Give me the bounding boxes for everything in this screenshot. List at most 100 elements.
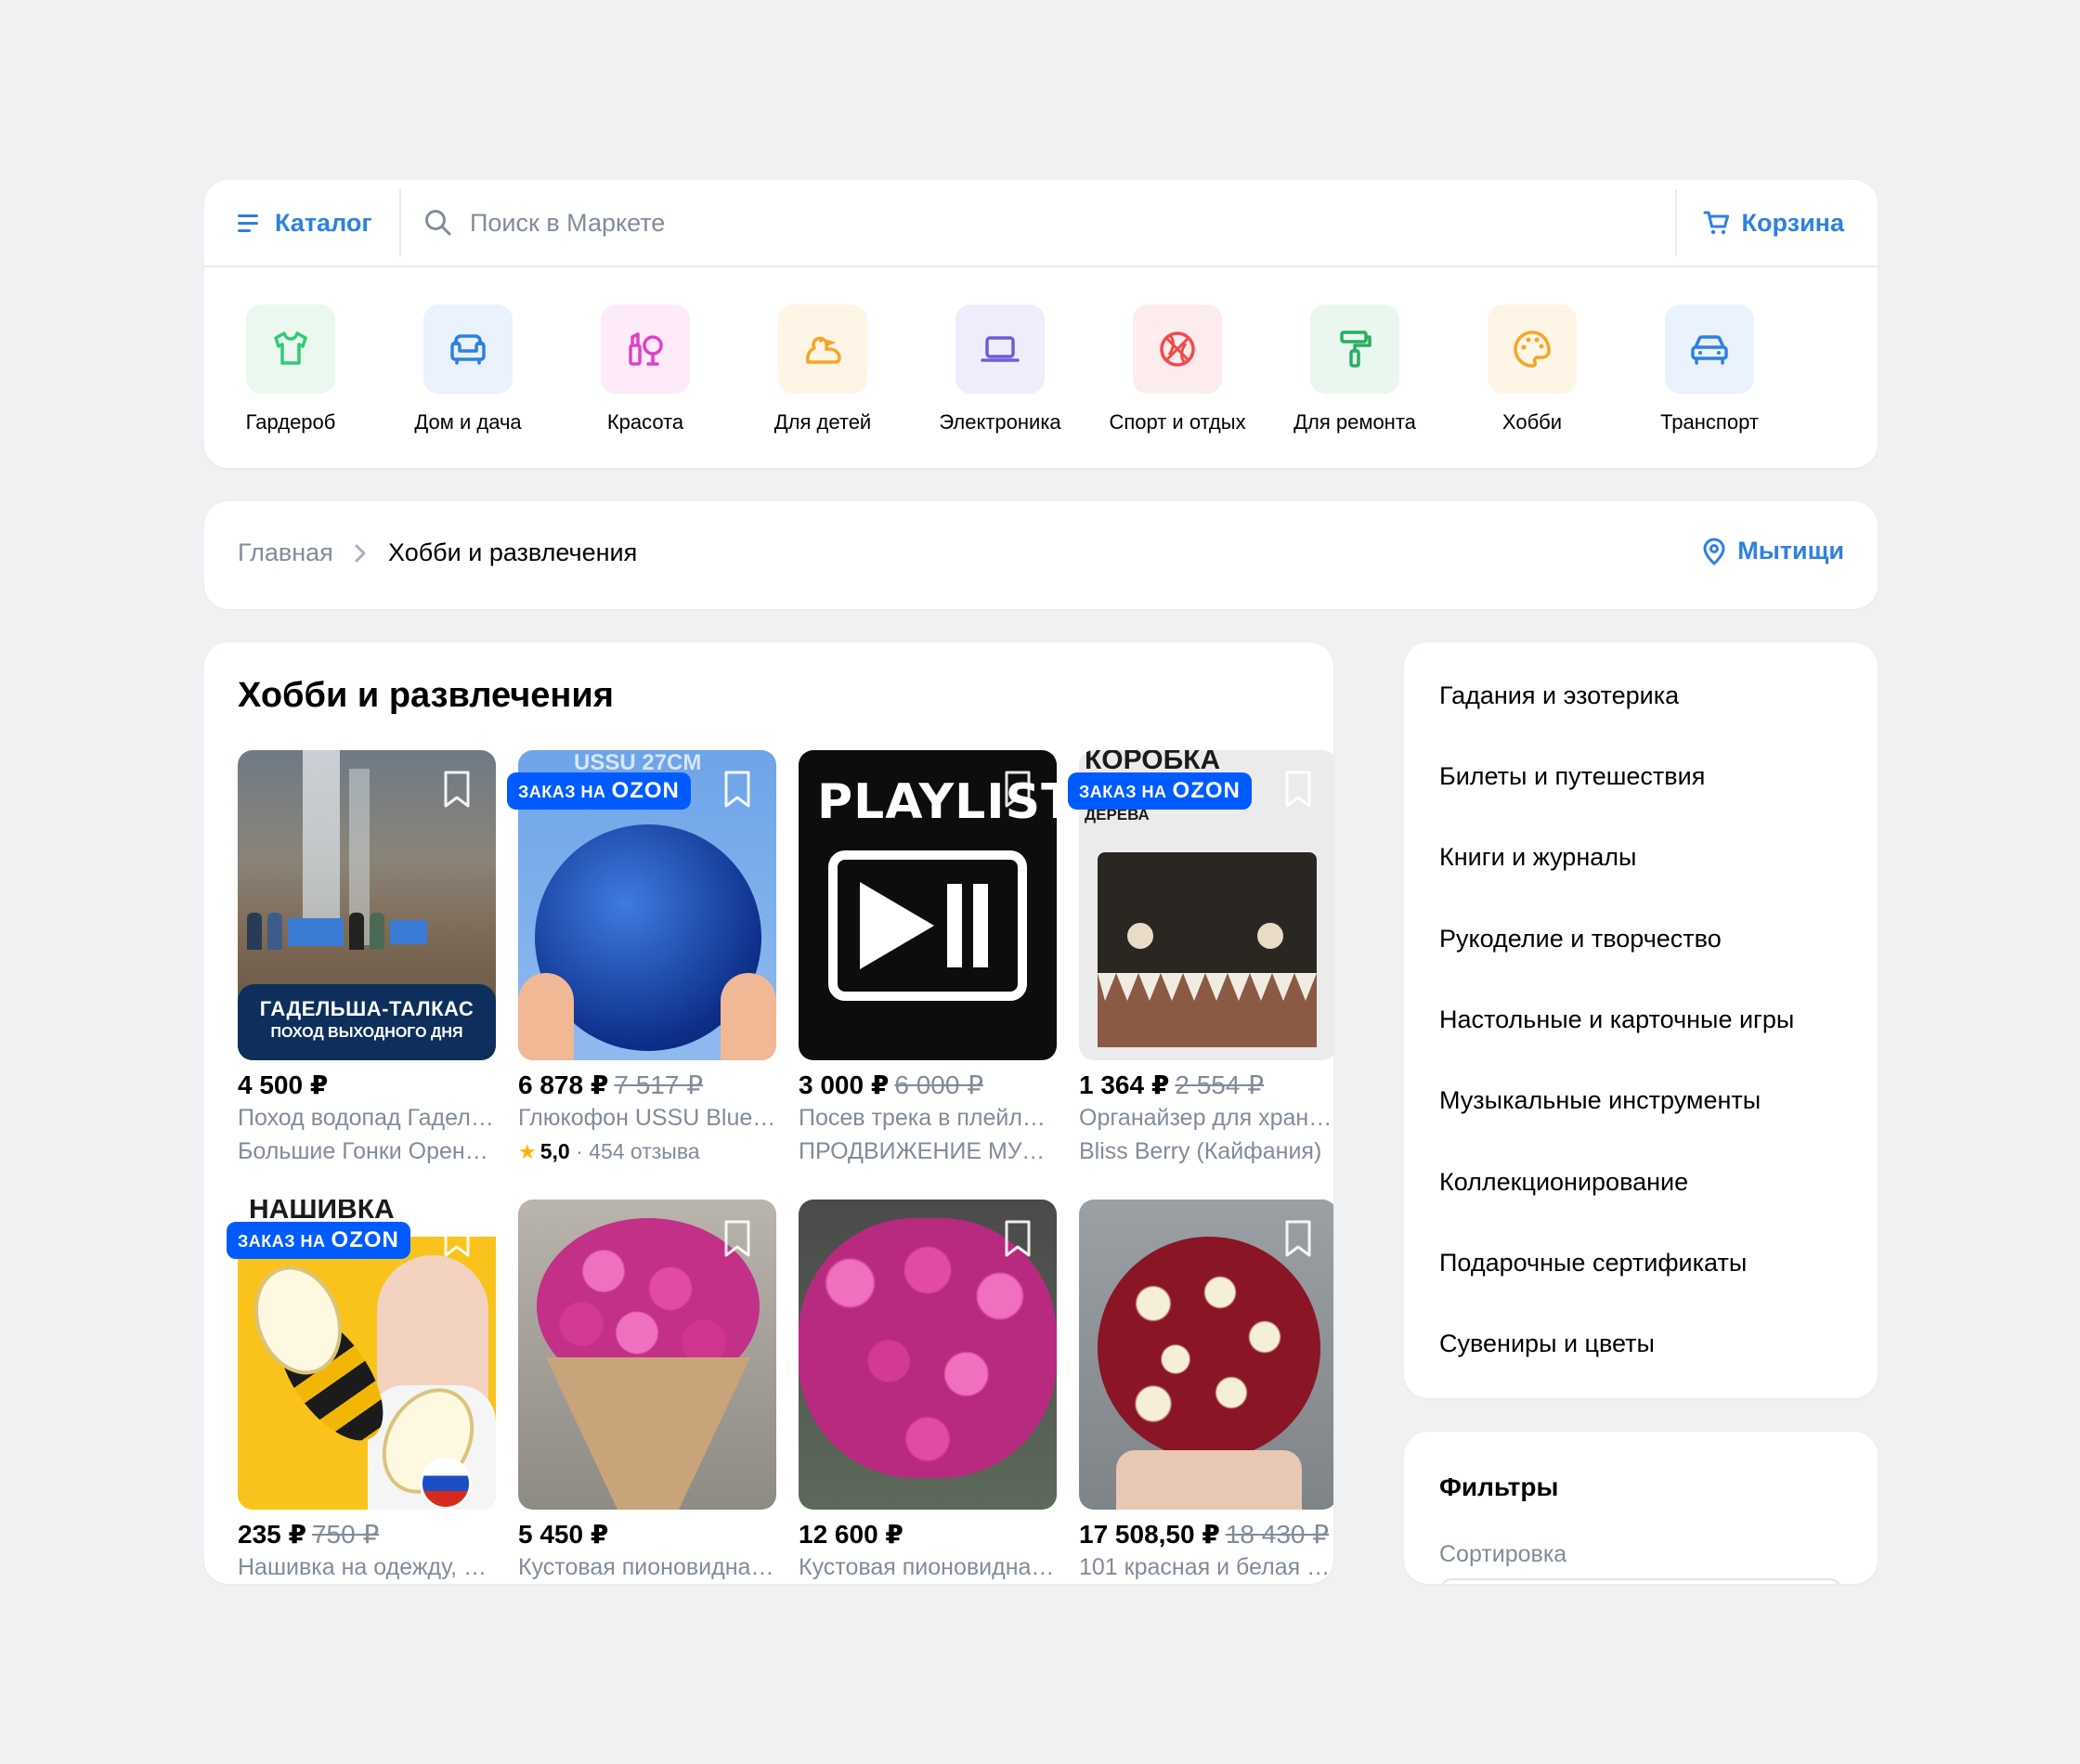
breadcrumb: Главная Хобби и развлечения Мытищи <box>204 501 1878 609</box>
location-pin-icon <box>1703 537 1725 565</box>
subcategory-link[interactable]: Рукоделие и творчество <box>1439 925 1722 953</box>
product-card[interactable]: 12 600 ₽ Кустовая пионовидная роза <box>799 1200 1057 1584</box>
bookmark-icon[interactable] <box>440 769 474 810</box>
product-vendor[interactable]: ПРОДВИЖЕНИЕ МУЗЫКИ <box>799 1135 1057 1168</box>
product-title[interactable]: Нашивка на одежду, шмель <box>238 1550 496 1584</box>
subcategory-link[interactable]: Сувениры и цветы <box>1439 1329 1655 1358</box>
subcategory-link[interactable]: Билеты и путешествия <box>1439 762 1705 791</box>
product-price-row: 17 508,50 ₽18 430 ₽ <box>1079 1519 1333 1550</box>
car-icon <box>1691 335 1728 365</box>
category-beauty[interactable]: Красота <box>557 305 734 435</box>
product-old-price: 750 ₽ <box>311 1520 380 1549</box>
products-section: Хобби и развлечения ГАДЕЛЬША-ТАЛКАС ПОХО… <box>204 642 1333 1584</box>
category-tile <box>778 305 867 394</box>
product-price: 5 450 ₽ <box>518 1520 609 1549</box>
product-card[interactable]: 5 450 ₽ Кустовая пионовидная роза <box>518 1200 776 1584</box>
palette-icon <box>1514 331 1551 368</box>
product-price: 6 878 ₽ <box>518 1070 609 1099</box>
category-tile <box>601 305 690 394</box>
subcategory-link[interactable]: Подарочные сертификаты <box>1439 1249 1747 1278</box>
bookmark-icon[interactable] <box>440 1218 474 1259</box>
search-input[interactable] <box>470 208 1584 238</box>
cart-button[interactable]: Корзина <box>1703 180 1844 266</box>
product-image[interactable] <box>799 1200 1057 1510</box>
bouquet-roses-shape <box>1098 1237 1320 1459</box>
subcategory-link[interactable]: Настольные и карточные игры <box>1439 1005 1794 1034</box>
category-repair[interactable]: Для ремонта <box>1267 305 1443 435</box>
product-title[interactable]: Кустовая пионовидная роза <box>518 1550 776 1584</box>
category-label: Красота <box>606 410 684 434</box>
sort-select[interactable] <box>1439 1578 1842 1584</box>
laptop-icon <box>981 336 1020 362</box>
product-image[interactable] <box>1079 1200 1333 1510</box>
product-price: 17 508,50 ₽ <box>1079 1520 1220 1549</box>
product-vendor[interactable]: Большие Гонки Оренбург <box>238 1135 496 1168</box>
rating-value: 5,0 <box>540 1139 570 1163</box>
image-caption: ПОХОД ВЫХОДНОГО ДНЯ <box>270 1025 463 1041</box>
product-title[interactable]: Поход водопад Гадельша-Талкас <box>238 1101 496 1135</box>
subcategory-link[interactable]: Гадания и эзотерика <box>1439 681 1679 710</box>
product-old-price: 7 517 ₽ <box>614 1070 704 1099</box>
product-vendor[interactable]: Bliss Berry (Кайфания) <box>1079 1135 1333 1168</box>
category-label: Гардероб <box>245 410 336 434</box>
subcategory-link[interactable]: Музыкальные инструменты <box>1439 1086 1761 1115</box>
hand-shape <box>518 973 574 1060</box>
category-wardrobe[interactable]: Гардероб <box>202 305 379 435</box>
filters-title: Фильтры <box>1439 1472 1559 1501</box>
ozon-prefix: ЗАКАЗ НА <box>1079 783 1167 801</box>
category-tile <box>1488 305 1577 394</box>
product-card[interactable]: 17 508,50 ₽18 430 ₽ 101 красная и белая … <box>1079 1200 1333 1584</box>
location-label: Мытищи <box>1737 537 1844 564</box>
product-card[interactable]: КОРОБКА ДЕРЕВА ЗАКАЗ НА OZON 1 364 ₽2 554… <box>1068 750 1333 1168</box>
product-card[interactable]: ГАДЕЛЬША-ТАЛКАС ПОХОД ВЫХОДНОГО ДНЯ 4 50… <box>238 750 496 1168</box>
category-kids[interactable]: Для детей <box>734 305 911 435</box>
category-hobby[interactable]: Хобби <box>1444 305 1620 435</box>
bookmark-icon[interactable] <box>1001 1218 1034 1259</box>
menu-icon <box>238 214 258 232</box>
bookmark-icon[interactable] <box>721 769 754 810</box>
product-title[interactable]: Кустовая пионовидная роза <box>799 1550 1057 1584</box>
search-bar[interactable] <box>423 180 1668 266</box>
subcategory-link[interactable]: Коллекционирование <box>1439 1168 1688 1197</box>
category-label: Электроника <box>939 410 1061 434</box>
location-button[interactable]: Мытищи <box>1702 537 1844 565</box>
category-label: Дом и дача <box>414 410 522 434</box>
product-image[interactable]: ГАДЕЛЬША-ТАЛКАС ПОХОД ВЫХОДНОГО ДНЯ <box>238 750 496 1060</box>
category-transport[interactable]: Транспорт <box>1621 305 1798 435</box>
catalog-button[interactable]: Каталог <box>236 180 372 266</box>
category-label: Для детей <box>774 410 872 434</box>
category-sport[interactable]: Спорт и отдых <box>1089 305 1266 435</box>
category-electronics[interactable]: Электроника <box>912 305 1088 435</box>
bookmark-icon[interactable] <box>1281 1218 1315 1259</box>
product-price: 235 ₽ <box>238 1520 306 1549</box>
category-tile <box>246 305 335 394</box>
category-tile <box>1310 305 1399 394</box>
filters-panel: Фильтры Сортировка <box>1404 1432 1878 1584</box>
ozon-brand: OZON <box>331 1227 399 1252</box>
product-card[interactable]: PLAYLIST 3 000 ₽6 000 ₽ Посев трека в пл… <box>799 750 1057 1168</box>
category-tile <box>1665 305 1754 394</box>
product-title[interactable]: Посев трека в плейлисты <box>799 1101 1057 1135</box>
product-title[interactable]: Органайзер для хранения <box>1079 1101 1333 1135</box>
breadcrumb-home-link[interactable]: Главная <box>238 538 333 567</box>
bookmark-icon[interactable] <box>1281 769 1315 810</box>
product-title[interactable]: 101 красная и белая роза <box>1079 1550 1333 1584</box>
category-home[interactable]: Дом и дача <box>380 305 556 435</box>
product-price: 12 600 ₽ <box>799 1520 904 1549</box>
ozon-badge: ЗАКАЗ НА OZON <box>507 772 691 810</box>
product-title[interactable]: Глюкофон USSU Blue 27 см <box>518 1101 776 1135</box>
product-image[interactable]: PLAYLIST <box>799 750 1057 1060</box>
search-icon <box>425 210 451 236</box>
product-card[interactable]: USSU 27CM ЗАКАЗ НА OZON 6 878 ₽7 517 ₽ Гл… <box>507 750 776 1169</box>
ozon-brand: OZON <box>1172 778 1241 803</box>
ozon-prefix: ЗАКАЗ НА <box>518 783 606 801</box>
bookmark-icon[interactable] <box>721 1218 754 1259</box>
product-price-row: 5 450 ₽ <box>518 1519 776 1550</box>
product-card[interactable]: НАШИВКА ЗАКАЗ НА OZON 235 ₽750 ₽ Нашивка … <box>227 1200 496 1584</box>
bookmark-icon[interactable] <box>1001 769 1034 810</box>
product-image[interactable] <box>518 1200 776 1510</box>
image-caption-banner: ГАДЕЛЬША-ТАЛКАС ПОХОД ВЫХОДНОГО ДНЯ <box>238 984 496 1060</box>
category-tile <box>423 305 513 394</box>
product-price: 3 000 ₽ <box>799 1070 890 1099</box>
subcategory-link[interactable]: Книги и журналы <box>1439 843 1636 872</box>
